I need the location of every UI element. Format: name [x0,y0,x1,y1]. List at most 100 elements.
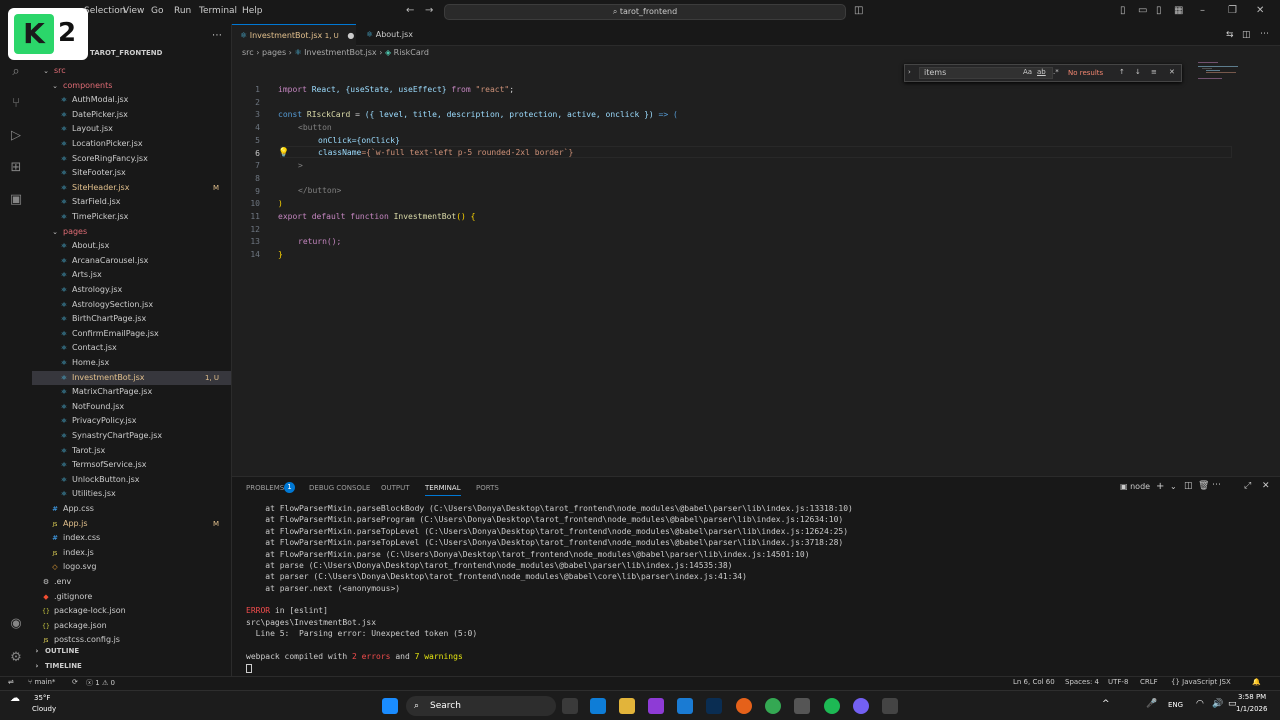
tree-file[interactable]: # App.css [32,502,231,516]
tree-file[interactable]: ⚛ Tarot.jsx [32,444,231,458]
tree-file[interactable]: ⚛ SiteHeader.jsx M [32,181,231,195]
tree-file[interactable]: ⚛ Layout.jsx [32,122,231,136]
tree-file[interactable]: ⚛ TermsofService.jsx [32,458,231,472]
encoding[interactable]: UTF-8 [1108,678,1128,686]
tree-file[interactable]: ◆ .gitignore [32,590,231,604]
notifications-icon[interactable]: 🔔 [1252,678,1261,686]
breadcrumb-symbol[interactable]: RiskCard [394,48,429,57]
tree-file[interactable]: ⚛ SiteFooter.jsx [32,166,231,180]
language-indicator[interactable]: ENG [1168,701,1183,709]
tree-file[interactable]: ⚛ NotFound.jsx [32,400,231,414]
tree-file[interactable]: ⚛ DatePicker.jsx [32,108,231,122]
extensions-icon[interactable]: ⊞ [8,160,24,176]
minimize-icon[interactable]: – [1200,5,1205,16]
close-panel-icon[interactable]: ✕ [1262,481,1270,491]
tree-file[interactable]: JS index.js [32,546,231,560]
sync-icon[interactable]: ⟳ [72,678,78,686]
problems-indicator[interactable]: ⓧ 1 ⚠ 0 [86,678,115,688]
taskbar-search[interactable]: ⌕ Search [406,696,556,716]
tree-file[interactable]: ⚛ AuthModal.jsx [32,93,231,107]
task-view-icon[interactable] [562,698,578,714]
terminal-dropdown-icon[interactable]: ⌄ [1170,482,1177,491]
tray-chevron-icon[interactable]: ^ [1102,699,1110,709]
tree-file[interactable]: ⚛ Astrology.jsx [32,283,231,297]
whole-word-toggle[interactable]: ab [1037,68,1046,76]
menu-help[interactable]: Help [242,6,263,16]
unsaved-dot-icon[interactable]: ● [347,31,354,40]
settings-gear-icon[interactable]: ⚙ [8,650,24,666]
tab-investmentbot[interactable]: ⚛ InvestmentBot.jsx 1, U ● [232,24,356,46]
lightbulb-icon[interactable]: 💡 [278,148,289,158]
copilot-app-icon[interactable] [590,698,606,714]
cursor-position[interactable]: Ln 6, Col 60 [1013,678,1055,686]
tree-file[interactable]: ⚛ TimePicker.jsx [32,210,231,224]
tab-output[interactable]: OUTPUT [381,484,410,492]
tree-file[interactable]: ⚛ Arts.jsx [32,268,231,282]
find-input[interactable]: items [919,67,1053,79]
tree-file[interactable]: ⚛ Contact.jsx [32,341,231,355]
tab-debug-console[interactable]: DEBUG CONSOLE [309,484,370,492]
chrome-icon[interactable] [765,698,781,714]
tree-file[interactable]: ⚛ Utilities.jsx [32,487,231,501]
match-case-toggle[interactable]: Aa [1023,68,1032,76]
panel-more-icon[interactable]: ⋯ [1212,480,1221,490]
tree-file[interactable]: ⚛ StarField.jsx [32,195,231,209]
tree-folder[interactable]: ⌄ components [32,79,231,93]
tab-terminal[interactable]: TERMINAL [425,484,461,496]
language-mode[interactable]: {} JavaScript JSX [1171,678,1231,686]
copilot-icon[interactable]: ◫ [854,5,863,16]
restore-icon[interactable]: ❐ [1228,5,1237,16]
viber-icon[interactable] [853,698,869,714]
remote-explorer-icon[interactable]: ▣ [8,192,24,208]
tree-file[interactable]: # index.css [32,531,231,545]
command-center-search[interactable]: ⌕ tarot_frontend [444,4,846,20]
tab-ports[interactable]: PORTS [476,484,499,492]
layout-panel-icon[interactable]: ▭ [1138,5,1147,16]
tree-file[interactable]: ⚙ .env [32,575,231,589]
back-arrow-icon[interactable]: ← [406,5,414,16]
indentation[interactable]: Spaces: 4 [1065,678,1099,686]
menu-selection[interactable]: Selection [84,6,125,16]
minimap[interactable] [1198,62,1268,82]
tree-file[interactable]: JS App.js M [32,517,231,531]
tree-file[interactable]: ⚛ MatrixChartPage.jsx [32,385,231,399]
find-in-selection-icon[interactable]: ≡ [1151,68,1157,76]
run-debug-icon[interactable]: ▷ [8,128,24,144]
tree-file[interactable]: ⚛ BirthChartPage.jsx [32,312,231,326]
editor-more-icon[interactable]: ⋯ [1260,29,1269,39]
outline-section[interactable]: › OUTLINE [32,644,231,658]
microphone-icon[interactable]: 🎤 [1146,699,1157,709]
line-ending[interactable]: CRLF [1140,678,1158,686]
menu-view[interactable]: View [123,6,144,16]
tree-file[interactable]: {} package-lock.json [32,604,231,618]
tree-file[interactable]: ⚛ About.jsx [32,239,231,253]
compare-icon[interactable]: ⇆ [1226,30,1234,40]
terminal-node-label[interactable]: ▣ node [1120,482,1150,491]
menu-run[interactable]: Run [174,6,191,16]
tab-about[interactable]: ⚛ About.jsx [358,24,438,46]
layout-sidebar-icon[interactable]: ▯ [1120,5,1126,16]
search-icon[interactable]: ⌕ [8,64,24,80]
tree-folder[interactable]: ⌄ pages [32,225,231,239]
layout-secondary-icon[interactable]: ▯ [1156,5,1162,16]
tree-file[interactable]: ⚛ ArcanaCarousel.jsx [32,254,231,268]
menu-go[interactable]: Go [151,6,163,16]
tree-file[interactable]: ⚛ LocationPicker.jsx [32,137,231,151]
firefox-icon[interactable] [736,698,752,714]
close-find-icon[interactable]: ✕ [1169,68,1175,76]
vscode-icon[interactable] [677,698,693,714]
visual-studio-icon[interactable] [648,698,664,714]
tree-file[interactable]: ⚛ Home.jsx [32,356,231,370]
tree-folder[interactable]: ⌄ src [32,64,231,78]
kill-terminal-icon[interactable]: 🗑 [1198,481,1209,491]
regex-toggle[interactable]: .* [1053,68,1059,76]
tree-file[interactable]: ⚛ SynastryChartPage.jsx [32,429,231,443]
toggle-replace-icon[interactable]: › [908,68,911,76]
breadcrumb-src[interactable]: src [242,48,254,57]
spotify-icon[interactable] [824,698,840,714]
code-editor[interactable] [232,62,1280,474]
tree-file[interactable]: ◇ logo.svg [32,560,231,574]
account-icon[interactable]: ◉ [8,616,24,632]
network-icon[interactable]: ◠ [1196,699,1204,709]
tree-file[interactable]: ⚛ UnlockButton.jsx [32,473,231,487]
